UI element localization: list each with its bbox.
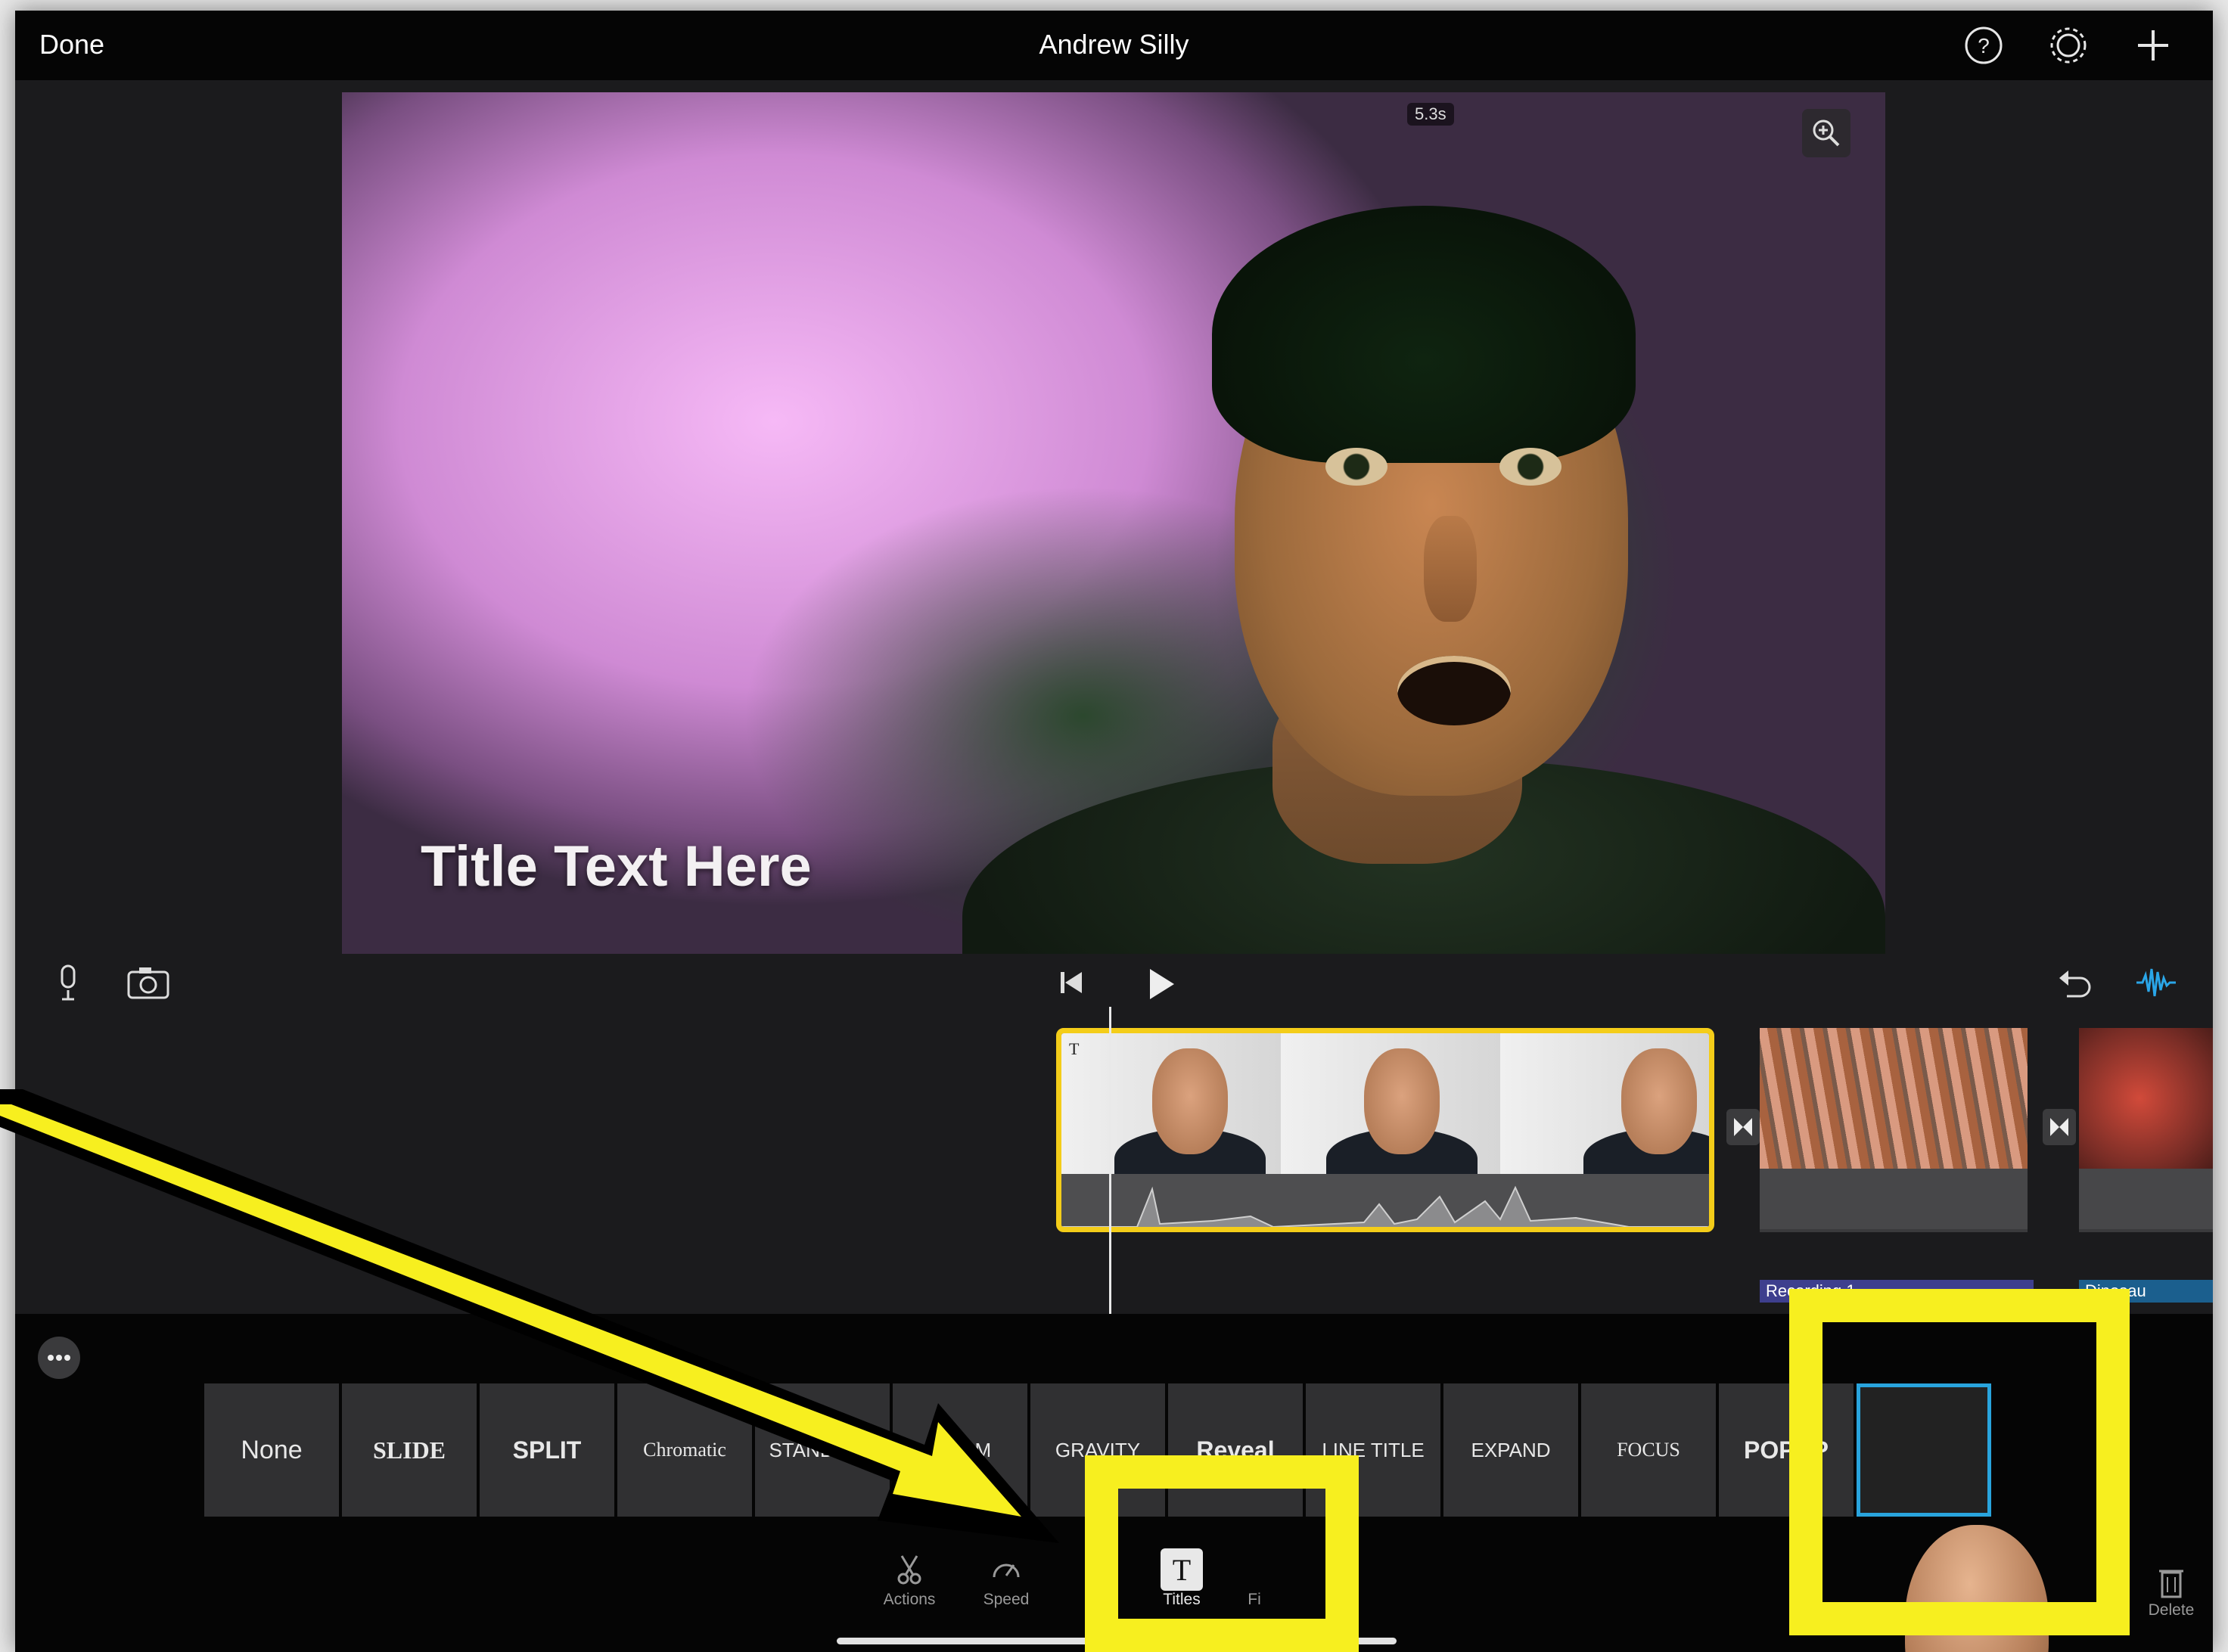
arrow-annotation <box>0 1089 1059 1543</box>
